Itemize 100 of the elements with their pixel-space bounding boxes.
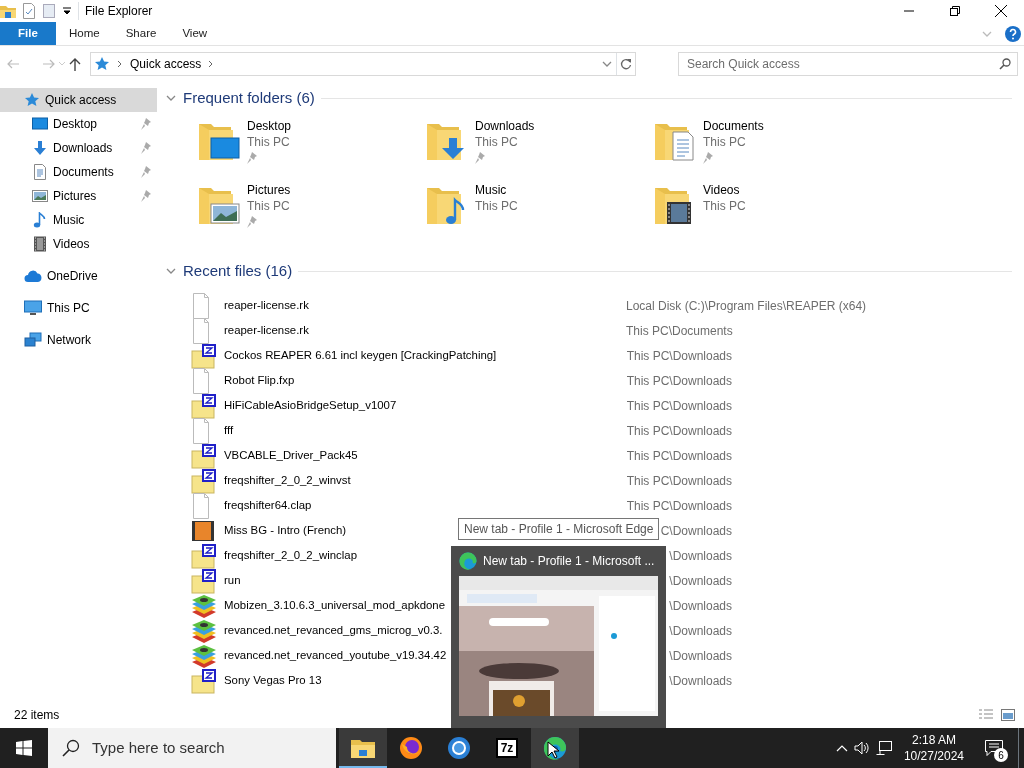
file-location: \Downloads — [669, 598, 732, 613]
music-note-icon — [32, 212, 48, 228]
chevron-icon — [116, 60, 124, 68]
file-location: This PC\Downloads — [626, 498, 732, 513]
file-location: This PC\Downloads — [626, 373, 732, 388]
cursor-icon — [547, 741, 559, 759]
folder-location: This PC — [475, 134, 519, 150]
taskbar-app-button[interactable]: 7z — [483, 728, 531, 768]
group-header[interactable]: Frequent folders (6) — [183, 86, 315, 110]
file-name[interactable]: reaper-license.rk — [224, 323, 309, 336]
file-menu-button[interactable]: File — [0, 22, 56, 45]
sidebar-item[interactable]: Music — [0, 208, 157, 232]
folder-location: This PC — [247, 198, 291, 214]
folder-name[interactable]: Videos — [703, 182, 746, 198]
sidebar-item[interactable]: Videos — [0, 232, 157, 256]
sidebar-item[interactable]: Network — [0, 328, 157, 352]
taskbar-app-button[interactable] — [531, 728, 579, 768]
chevron-icon[interactable] — [835, 744, 848, 752]
window-title: File Explorer — [78, 2, 153, 20]
help-icon[interactable] — [1005, 25, 1021, 42]
taskbar-app-button[interactable] — [339, 728, 387, 768]
file-location: This PC\Documents — [626, 323, 733, 338]
notification-button[interactable]: 6 — [976, 728, 1012, 768]
circle-icon — [447, 736, 471, 760]
tooltip: New tab - Profile 1 - Microsoft Edge — [458, 518, 660, 540]
refresh-icon[interactable] — [620, 58, 632, 70]
file-icon — [191, 417, 211, 444]
window-title: New tab - Profile 1 - Microsoft ... — [483, 553, 655, 570]
sidebar-item[interactable]: Downloads — [0, 136, 157, 160]
file-name[interactable]: HiFiCableAsioBridgeSetup_v1007 — [224, 398, 397, 411]
file-location: This PC\Downloads — [626, 398, 732, 413]
folder-location: This PC — [703, 198, 746, 214]
file-location: \Downloads — [669, 573, 732, 588]
archive-icon — [191, 392, 217, 419]
file-name[interactable]: VBCABLE_Driver_Pack45 — [224, 448, 358, 461]
folder-name[interactable]: Downloads — [475, 118, 535, 134]
sidebar-item[interactable]: This PC — [0, 296, 157, 320]
breadcrumb[interactable]: Quick access — [130, 55, 202, 73]
sidebar-item[interactable]: Pictures — [0, 184, 157, 208]
file-name[interactable]: Sony Vegas Pro 13 — [224, 673, 322, 686]
folder-name[interactable]: Pictures — [247, 182, 291, 198]
file-name[interactable]: Mobizen_3.10.6.3_universal_mod_apkdone — [224, 598, 445, 611]
up-arrow-icon[interactable] — [68, 57, 82, 71]
cloud-icon — [24, 269, 42, 283]
thumbnail-preview[interactable]: New tab - Profile 1 - Microsoft ... — [451, 546, 666, 728]
file-location: \Downloads — [669, 623, 732, 638]
file-location: This PC\Downloads — [626, 423, 732, 438]
taskbar-search-field[interactable]: Type here to search — [48, 728, 336, 768]
folder-icon — [351, 738, 375, 758]
ribbon-tab[interactable]: Share — [112, 22, 170, 45]
file-name[interactable]: revanced.net_revanced_youtube_v19.34.42 — [224, 648, 447, 661]
folder-name[interactable]: Music — [475, 182, 518, 198]
file-location: Local Disk (C:)\Program Files\REAPER (x64) — [626, 298, 867, 313]
file-location: C\Downloads — [660, 523, 732, 538]
file-icon — [191, 492, 211, 519]
layers-icon — [191, 592, 217, 619]
archive-icon — [191, 442, 217, 469]
sidebar-item[interactable]: Documents — [0, 160, 157, 184]
film-icon — [32, 236, 48, 252]
properties-icon[interactable] — [22, 3, 36, 19]
group-header[interactable]: Recent files (16) — [183, 259, 293, 283]
file-name[interactable]: fff — [224, 423, 234, 436]
file-name[interactable]: freqshifter64.clap — [224, 498, 312, 511]
file-name[interactable]: Robot Flip.fxp — [224, 373, 295, 386]
file-name[interactable]: Cockos REAPER 6.61 incl keygen [CrackingPatching] — [224, 348, 497, 361]
file-location: This PC\Downloads — [626, 348, 732, 363]
network-icon[interactable] — [875, 741, 892, 755]
file-name[interactable]: run — [224, 573, 241, 586]
file-name[interactable]: reaper-license.rk — [224, 298, 309, 311]
large-icons-view-icon[interactable] — [1000, 708, 1016, 722]
sidebar-item[interactable]: OneDrive — [0, 264, 157, 288]
folder-location: This PC — [703, 134, 747, 150]
file-name[interactable]: Miss BG - Intro (French) — [224, 523, 347, 536]
down-arrow-icon — [32, 140, 48, 156]
archive-icon — [191, 342, 217, 369]
star-icon — [94, 56, 110, 72]
dropdown-icon[interactable] — [62, 6, 72, 16]
file-name[interactable]: freqshifter_2_0_2_winvst — [224, 473, 351, 486]
file-name[interactable]: revanced.net_revanced_gms_microg_v0.3. — [224, 623, 443, 636]
item-count: 22 items — [14, 707, 60, 724]
file-location: This PC\Downloads — [626, 473, 732, 488]
search-field[interactable]: Search Quick access — [678, 52, 1018, 76]
folder-name[interactable]: Desktop — [247, 118, 292, 134]
speaker-icon[interactable] — [853, 741, 870, 755]
search-icon — [62, 739, 80, 757]
picture-icon — [32, 188, 48, 204]
file-location: \Downloads — [669, 673, 732, 688]
search-icon — [999, 58, 1011, 70]
folder-name[interactable]: Documents — [703, 118, 764, 134]
file-name[interactable]: freqshifter_2_0_2_winclap — [224, 548, 357, 561]
address-bar[interactable]: Quick access — [90, 52, 636, 76]
monitor-icon — [24, 300, 42, 316]
ribbon-tab[interactable]: View — [169, 22, 221, 45]
globe-icon — [399, 736, 423, 760]
ribbon-tab[interactable]: Home — [56, 22, 113, 45]
sidebar-item[interactable]: Quick access — [0, 88, 157, 112]
folder-icon[interactable] — [0, 4, 16, 18]
app-label: 7z — [496, 738, 518, 758]
swirl-icon — [459, 552, 477, 570]
sidebar-item[interactable]: Desktop — [0, 112, 157, 136]
